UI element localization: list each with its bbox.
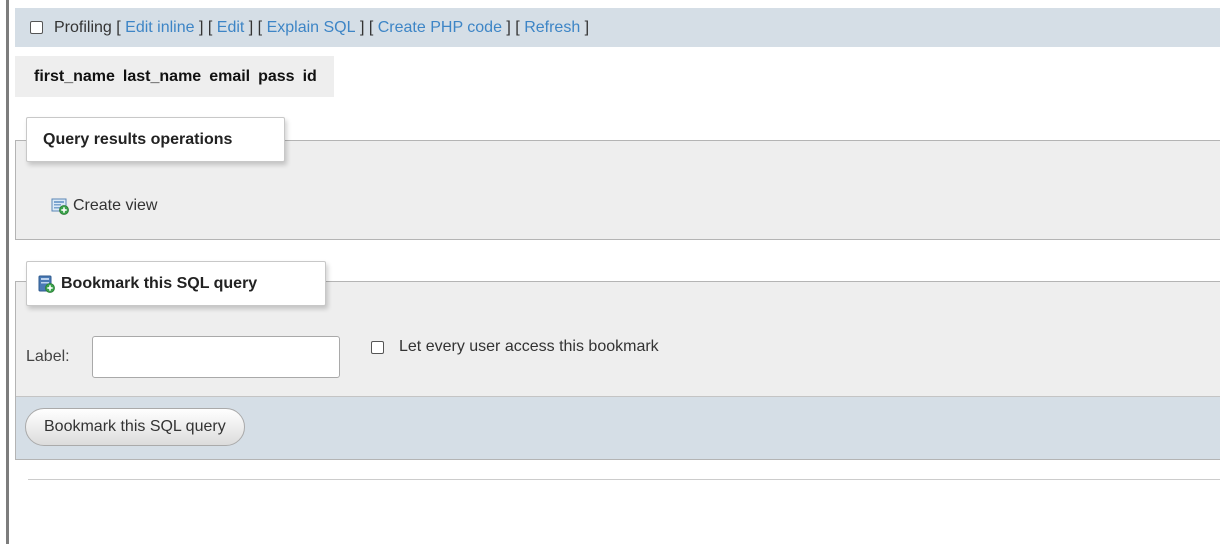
bookmark-legend-label: Bookmark this SQL query xyxy=(61,274,258,292)
bookmark-panel: Bookmark this SQL query Label: Let every… xyxy=(15,261,1220,460)
left-edge-bar xyxy=(6,0,9,544)
profiling-checkbox[interactable] xyxy=(30,21,43,34)
profiling-bar: Profiling [ Edit inline ] [ Edit ] [ Exp… xyxy=(15,8,1220,47)
create-php-code-link[interactable]: Create PHP code xyxy=(378,19,502,37)
create-view-label: Create view xyxy=(73,197,158,214)
bookmark-footer-bar: Bookmark this SQL query xyxy=(16,396,1220,459)
query-results-operations-panel: Query results operations Create view xyxy=(15,117,1220,240)
bookmark-label-text: Label: xyxy=(26,348,70,365)
column-header-email[interactable]: email xyxy=(205,68,254,86)
every-user-access-label: Let every user access this bookmark xyxy=(399,338,659,355)
column-header-pass[interactable]: pass xyxy=(254,68,298,86)
create-view-icon xyxy=(51,197,69,215)
results-table-header: first_name last_name email pass id xyxy=(15,56,334,97)
every-user-access-checkbox[interactable] xyxy=(371,340,384,354)
profiling-label: Profiling xyxy=(54,18,112,36)
create-view-link[interactable]: Create view xyxy=(51,197,157,215)
bookmark-access-option: Let every user access this bookmark xyxy=(371,338,659,356)
explain-sql-link[interactable]: Explain SQL xyxy=(267,19,356,37)
refresh-link[interactable]: Refresh xyxy=(524,19,580,37)
query-results-operations-legend: Query results operations xyxy=(26,117,285,162)
edit-link[interactable]: Edit xyxy=(217,19,245,37)
bookmark-icon xyxy=(37,275,55,293)
bookmark-label-row: Label: Let every user access this bookma… xyxy=(16,336,1220,386)
bookmark-label-input[interactable] xyxy=(92,336,340,378)
bookmark-legend: Bookmark this SQL query xyxy=(26,261,326,306)
edit-inline-link[interactable]: Edit inline xyxy=(125,19,194,37)
bookmark-submit-button[interactable]: Bookmark this SQL query xyxy=(25,408,245,446)
column-header-last-name[interactable]: last_name xyxy=(119,68,205,86)
divider xyxy=(28,479,1220,480)
column-header-first-name[interactable]: first_name xyxy=(15,68,119,86)
column-header-id[interactable]: id xyxy=(299,68,334,86)
